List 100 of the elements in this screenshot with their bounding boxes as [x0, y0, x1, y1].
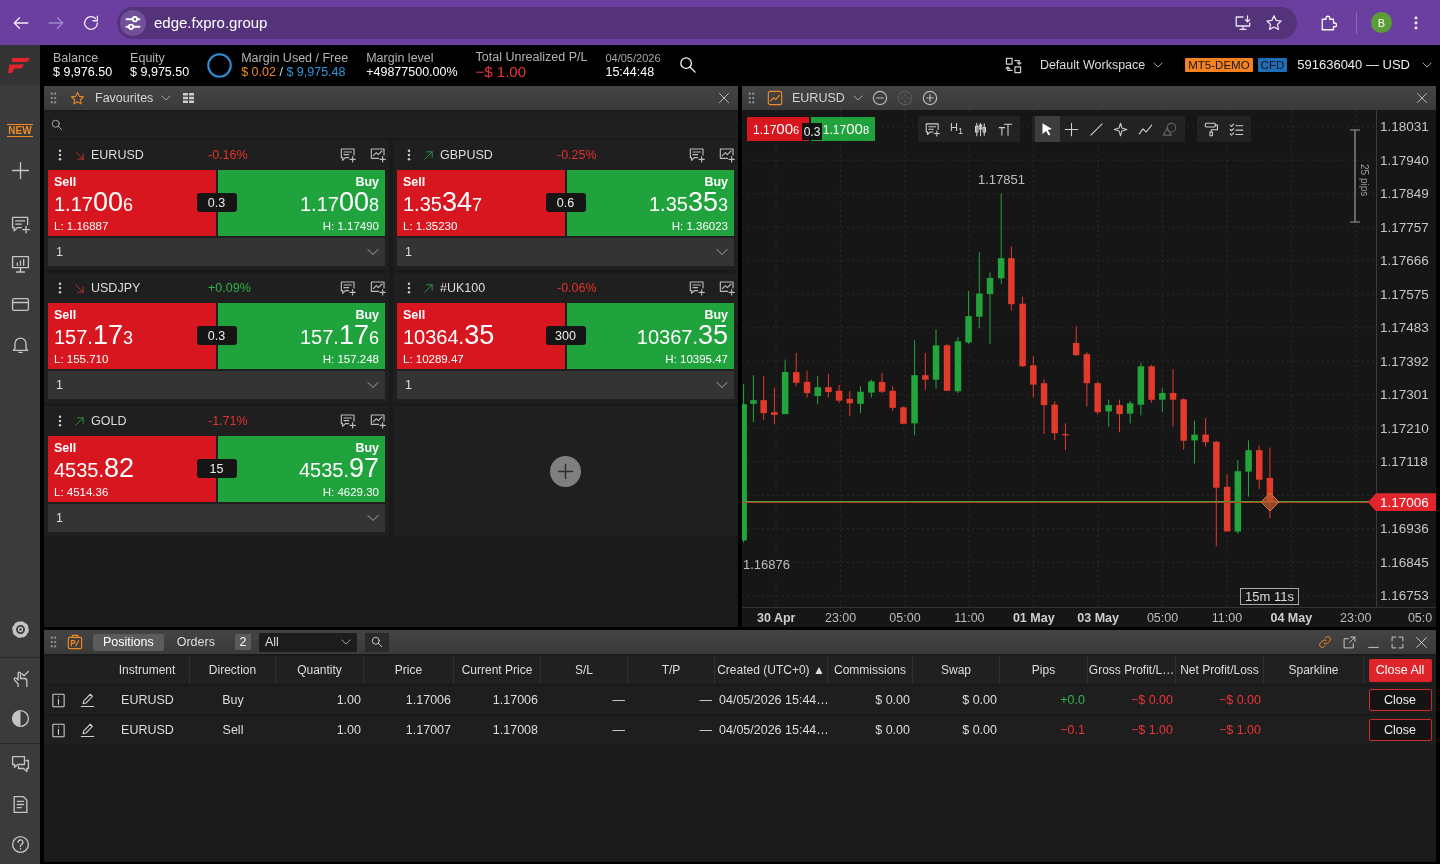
grid-icon[interactable] [182, 92, 196, 104]
document-icon[interactable] [10, 794, 30, 814]
quantity-field[interactable]: 1 [48, 504, 385, 532]
plus-icon[interactable] [10, 160, 30, 180]
chart-plus-icon[interactable] [370, 147, 386, 163]
table-cell: −$ 0.00 [1218, 693, 1261, 707]
monitor-chart-icon[interactable] [10, 254, 30, 274]
ring-icon [207, 52, 233, 78]
symbol-dropdown[interactable]: EURUSD [792, 90, 863, 106]
quantity-field[interactable]: 1 [397, 238, 734, 266]
note-plus-icon[interactable] [340, 280, 356, 296]
pencil-icon[interactable] [80, 692, 95, 708]
info-icon[interactable] [51, 722, 66, 738]
price-label: 1.17301 [1380, 387, 1429, 403]
column-header: Sparkline [1264, 656, 1364, 684]
table-cell: −0.1 [1060, 723, 1085, 737]
note-plus-icon[interactable] [340, 147, 356, 163]
grip-icon[interactable] [748, 92, 755, 104]
table-cell: 1.17008 [492, 723, 538, 737]
column-header: Pips [1000, 656, 1088, 684]
tune-icon[interactable] [120, 9, 146, 36]
puzzle-icon[interactable] [1320, 13, 1338, 32]
grip-icon[interactable] [50, 636, 57, 648]
change-text: -1.71% [208, 414, 248, 428]
close-button[interactable]: Close [1368, 689, 1432, 711]
column-header: Net Profit/Loss [1176, 656, 1264, 684]
search-icon[interactable] [678, 56, 697, 74]
symbol-text: #UK100 [440, 281, 487, 295]
note-plus-icon[interactable] [340, 413, 356, 429]
reload-icon[interactable] [82, 13, 100, 32]
logo-icon[interactable] [0, 45, 40, 85]
swap-layout-icon[interactable] [1004, 56, 1022, 74]
note-plus-icon[interactable] [689, 147, 705, 163]
table-cell: 1.00 [336, 693, 361, 707]
new-label[interactable]: NEW [7, 123, 33, 137]
price-label: 1.17210 [1380, 420, 1429, 436]
sell-price: 1.17006 [54, 189, 133, 220]
tab[interactable]: Orders [166, 633, 225, 651]
caret-icon [367, 379, 379, 391]
filter-dropdown[interactable]: All [258, 632, 357, 652]
contrast-icon[interactable] [10, 708, 30, 728]
price-label: 1.16936 [1380, 521, 1429, 537]
column-header: Commissions [828, 656, 913, 684]
price-label: 1.17666 [1380, 253, 1429, 269]
search-button[interactable] [364, 632, 389, 652]
equity-value: $ 9,975.50 [130, 65, 190, 79]
chart-plus-icon[interactable] [719, 147, 735, 163]
chat-icon[interactable] [10, 754, 30, 774]
address-bar[interactable]: edge.fxpro.group [117, 6, 1297, 39]
tab[interactable]: Positions [93, 633, 164, 651]
star-icon[interactable] [1265, 13, 1283, 32]
close-icon[interactable] [718, 92, 730, 104]
high-price: H: 10395.47 [665, 353, 728, 367]
quantity-field[interactable]: 1 [48, 238, 385, 266]
note-plus-icon[interactable] [689, 280, 705, 296]
chart-plus-icon[interactable] [370, 280, 386, 296]
settings-icon[interactable] [10, 619, 30, 639]
link-icon[interactable] [1318, 635, 1332, 649]
count-badge: 2 [234, 634, 251, 650]
close-button[interactable]: Close [1368, 719, 1432, 741]
maximize-icon[interactable] [1391, 635, 1404, 649]
account-dropdown[interactable]: 591636040 — USD [1297, 57, 1432, 73]
grip-icon[interactable] [50, 92, 57, 104]
caret-icon [716, 379, 728, 391]
quantity-field[interactable]: 1 [397, 371, 734, 399]
time-label: 05:00 [889, 610, 921, 625]
spread-badge: 0.3 [196, 193, 237, 212]
buy-price: 157.176 [300, 322, 379, 353]
search-field[interactable] [44, 112, 738, 138]
bell-icon[interactable] [10, 334, 30, 354]
spread-badge: 300 [545, 326, 586, 345]
quantity-field[interactable]: 1 [48, 371, 385, 399]
note-plus-icon[interactable] [10, 214, 30, 234]
chart-plus-icon[interactable] [719, 280, 735, 296]
workspace-dropdown[interactable]: Default Workspace [1039, 57, 1164, 73]
close-icon[interactable] [1415, 635, 1428, 649]
time-label: 04 May [1270, 610, 1313, 625]
margin-level-value: +49877500.00% [366, 65, 458, 79]
buy-price: 4535.97 [298, 455, 379, 486]
minus-circle-icon[interactable] [871, 90, 888, 106]
star-icon[interactable] [70, 90, 85, 106]
info-icon[interactable] [51, 692, 66, 708]
add-button[interactable] [550, 455, 581, 487]
plus-circle-icon[interactable] [921, 90, 938, 106]
sell-price: 157.173 [54, 322, 133, 353]
time-label: 11:00 [1211, 610, 1243, 625]
time-label: 23:00 [1340, 610, 1372, 625]
close-all-button[interactable]: Close All [1368, 658, 1432, 682]
close-icon[interactable] [1416, 92, 1428, 104]
briefcase-icon[interactable] [67, 634, 83, 650]
monitor-download-icon[interactable] [1234, 13, 1252, 32]
balance-label: Balance [53, 51, 99, 65]
chart-plus-icon[interactable] [370, 413, 386, 429]
help-icon[interactable] [10, 834, 30, 854]
popout-icon[interactable] [1343, 635, 1356, 649]
line-chart-icon[interactable] [767, 90, 783, 106]
high-price: H: 1.17490 [322, 220, 379, 234]
time-label: 05:0 [1407, 610, 1433, 625]
favourites-dropdown[interactable]: Favourites [95, 90, 172, 106]
pencil-icon[interactable] [80, 722, 95, 738]
